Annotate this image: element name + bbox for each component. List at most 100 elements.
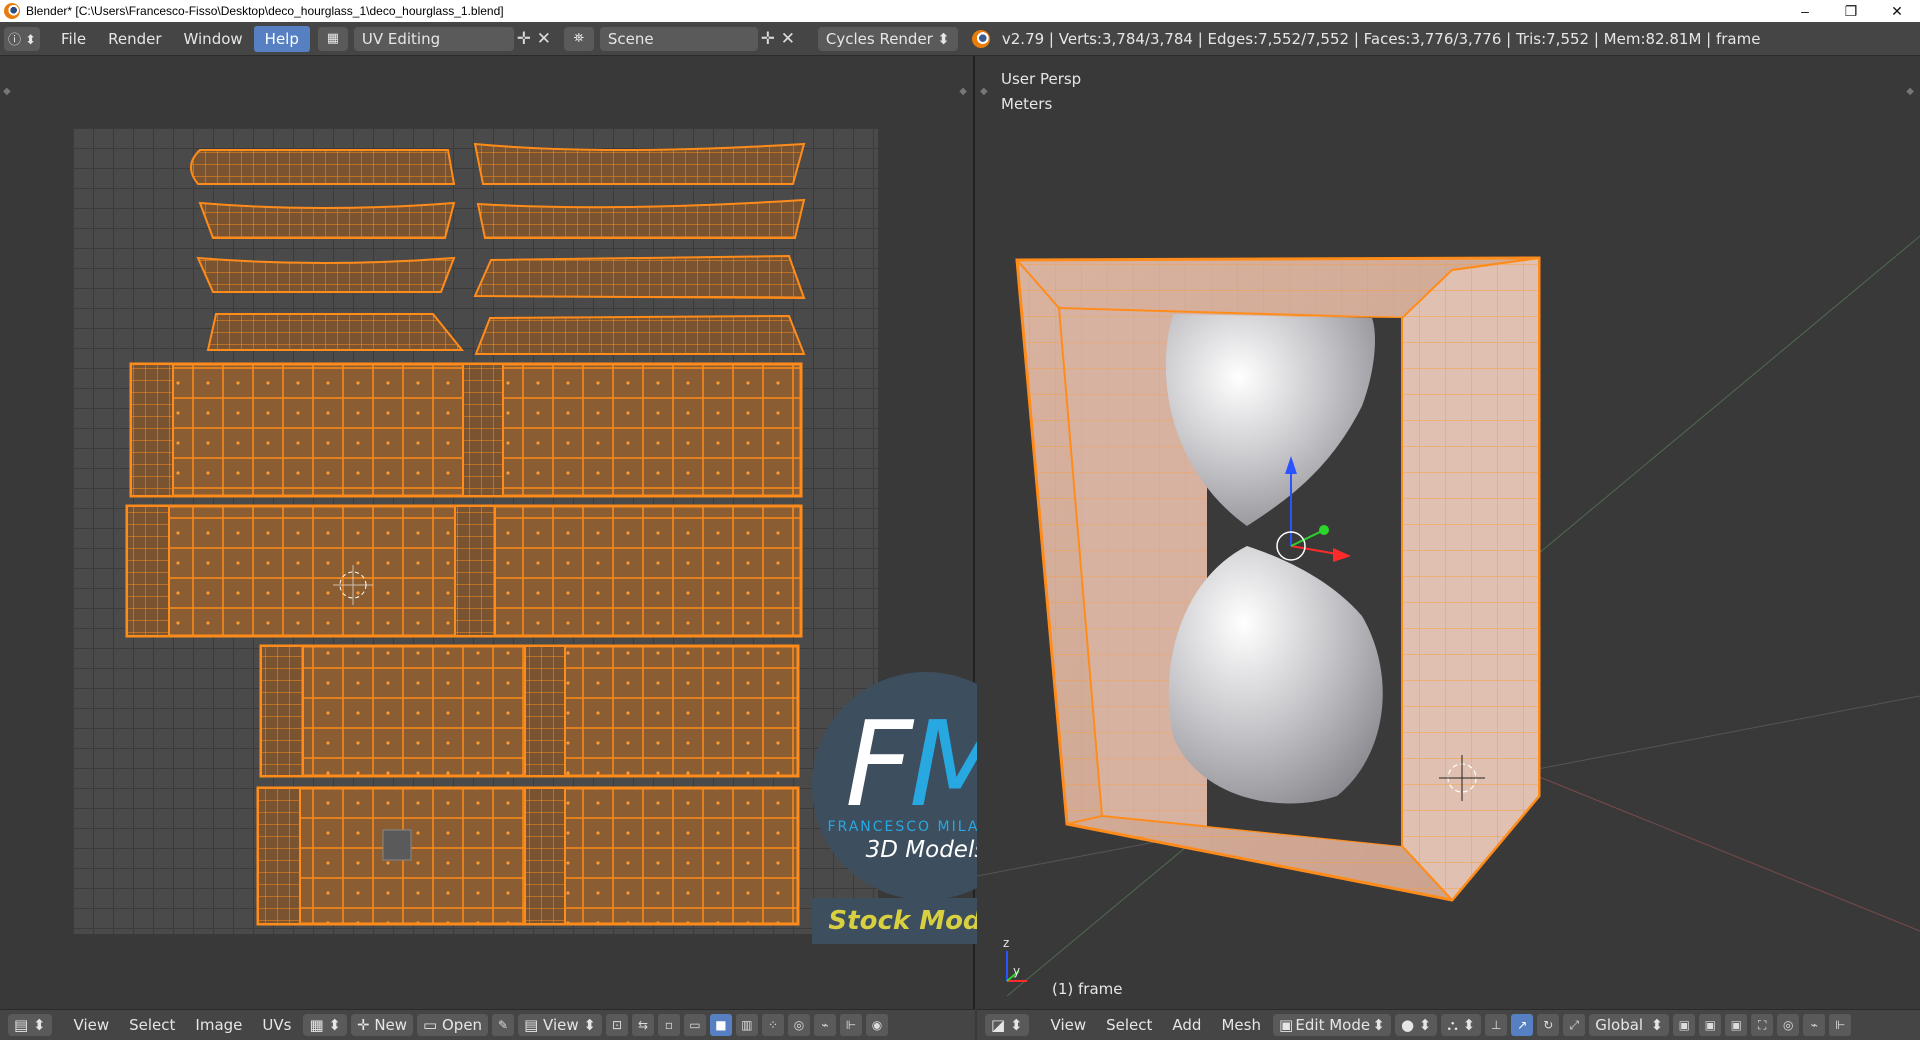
scene-icon-button[interactable]: ⛯ [563, 26, 594, 51]
manipulator-icon[interactable]: ⊥ [1485, 1014, 1508, 1036]
pivot-icon[interactable]: ⊡ [605, 1014, 628, 1036]
view-mode-select[interactable]: ▤ View ⬍ [518, 1014, 602, 1036]
open-image-button[interactable]: ▭ Open [417, 1014, 489, 1036]
layer-icon[interactable]: ▣ [1699, 1014, 1722, 1036]
view-mode-label: View [543, 1016, 579, 1034]
chevron-updown-icon: ⬍ [1372, 1016, 1385, 1034]
edge-select-icon[interactable]: ▭ [683, 1014, 706, 1036]
scene-value: Scene [607, 29, 654, 48]
render-preview-icon[interactable]: ◉ [865, 1014, 888, 1036]
uv-menu-select[interactable]: Select [119, 1016, 185, 1034]
pivot-select[interactable]: ⛬ ⬍ [1441, 1014, 1482, 1036]
layout-grid-icon: ▦ [326, 31, 340, 46]
uv-islands [125, 142, 806, 926]
uv-image-editor[interactable]: ◆ ◆ FM FRANCESCO MILANESE 3D Models Stoc… [0, 56, 1040, 1009]
image-browse-icon: ▦ ⬍ [309, 1016, 341, 1034]
scene-field[interactable]: Scene [599, 26, 758, 51]
window-titlebar: Blender* [C:\Users\Francesco-Fisso\Deskt… [0, 0, 1920, 22]
layer-icon[interactable]: ▣ [1673, 1014, 1696, 1036]
solid-shading-icon: ● ⬍ [1400, 1016, 1432, 1034]
add-screen-icon[interactable]: ✛ [514, 28, 534, 50]
folder-icon: ▭ [423, 1016, 442, 1034]
add-scene-icon[interactable]: ✛ [758, 28, 778, 50]
menu-file[interactable]: File [50, 26, 97, 52]
remove-scene-icon[interactable]: ✕ [778, 28, 798, 50]
close-button[interactable]: ✕ [1874, 0, 1920, 22]
render-engine-select[interactable]: Cycles Render ⬍ [817, 26, 958, 51]
remove-screen-icon[interactable]: ✕ [534, 28, 554, 50]
island-select-icon[interactable]: ▥ [735, 1014, 758, 1036]
cube-icon: ◪ ⬍ [991, 1016, 1023, 1034]
editor-type-3d-button[interactable]: ◪ ⬍ [985, 1014, 1029, 1036]
info-header: ⓘ ⬍ File Render Window Help ▦ UV Editing… [0, 22, 1920, 56]
screen-layout-icon-button[interactable]: ▦ [317, 26, 348, 51]
uv-menu-view[interactable]: View [64, 1016, 120, 1034]
proportional-edit-icon[interactable]: ◎ [787, 1014, 810, 1036]
translate-icon[interactable]: ↗ [1511, 1014, 1534, 1036]
screen-layout-value: UV Editing [361, 29, 441, 48]
viewport-scene [977, 235, 1920, 997]
area-corner-icon[interactable]: ◆ [3, 86, 11, 97]
image-browse-button[interactable]: ▦ ⬍ [303, 1014, 347, 1036]
rotate-icon[interactable]: ↻ [1537, 1014, 1560, 1036]
open-image-label: Open [441, 1016, 483, 1034]
new-image-label: New [374, 1016, 408, 1034]
new-image-button[interactable]: ✛ New [350, 1014, 414, 1036]
editor-type-button[interactable]: ▤ ⬍ [8, 1014, 52, 1036]
vertex-select-icon[interactable]: ▫ [657, 1014, 680, 1036]
vp-menu-select[interactable]: Select [1096, 1016, 1162, 1034]
shading-select[interactable]: ● ⬍ [1394, 1014, 1438, 1036]
sync-selection-icon[interactable]: ⇆ [631, 1014, 654, 1036]
logo-f: F [845, 695, 913, 833]
render-engine-value: Cycles Render [825, 29, 933, 48]
uv-strips-right [473, 142, 806, 355]
snap-icon[interactable]: ⌁ [813, 1014, 836, 1036]
menu-render[interactable]: Render [97, 26, 172, 52]
axis-y-label: y [1013, 964, 1021, 978]
uv-strips-left [190, 149, 465, 351]
info-icon: ⓘ ⬍ [7, 33, 37, 48]
editor-type-info-button[interactable]: ⓘ ⬍ [4, 26, 40, 51]
snap-element-icon[interactable]: ⊩ [1829, 1014, 1852, 1036]
menu-help[interactable]: Help [253, 25, 310, 52]
chevron-updown-icon: ⬍ [937, 29, 950, 48]
view-mode-icon: ▤ [524, 1016, 544, 1034]
uv-menu-uvs[interactable]: UVs [252, 1016, 301, 1034]
blender-logo-icon [4, 3, 20, 19]
screen-layout-field[interactable]: UV Editing [353, 26, 514, 51]
uv-menu-image[interactable]: Image [185, 1016, 252, 1034]
axis-z-label: z [1003, 936, 1010, 950]
occlude-geometry-icon[interactable]: ⛶ [1751, 1014, 1774, 1036]
menu-window[interactable]: Window [173, 26, 254, 52]
orientation-select[interactable]: Global ⬍ [1589, 1014, 1670, 1036]
viewport-header: ◪ ⬍ View Select Add Mesh ▣ Edit Mode ⬍ ● ⬍… [977, 1009, 1920, 1040]
face-select-icon[interactable]: ■ [709, 1014, 732, 1036]
scene-icon: ⛯ [573, 31, 585, 46]
uv-panels [125, 362, 803, 926]
window-title: Blender* [C:\Users\Francesco-Fisso\Deskt… [26, 4, 504, 18]
plus-icon: ✛ [356, 1016, 375, 1034]
stats-text: v2.79 | Verts:3,784/3,784 | Edges:7,552/… [1001, 29, 1761, 48]
chevron-updown-icon: ⬍ [578, 1016, 596, 1034]
sticky-select-icon[interactable]: ⁘ [761, 1014, 784, 1036]
blender-icon [971, 29, 990, 48]
snap-icon[interactable]: ⌁ [1803, 1014, 1826, 1036]
pivot-point-icon: ⛬ ⬍ [1447, 1016, 1476, 1034]
chevron-updown-icon: ⬍ [1650, 1016, 1664, 1034]
mode-value: Edit Mode [1295, 1016, 1371, 1034]
vp-menu-add[interactable]: Add [1162, 1016, 1211, 1034]
3d-viewport[interactable]: ◆ ◆ User Persp Meters z y (1) frame [977, 56, 1920, 1009]
vp-menu-mesh[interactable]: Mesh [1211, 1016, 1271, 1034]
layer-icon[interactable]: ▣ [1725, 1014, 1748, 1036]
main-menu: File Render Window Help [50, 25, 310, 52]
area-corner-icon[interactable]: ◆ [959, 86, 967, 97]
snap-element-icon[interactable]: ⊩ [839, 1014, 862, 1036]
minimize-button[interactable]: – [1782, 0, 1828, 22]
scale-icon[interactable]: ⤢ [1563, 1014, 1586, 1036]
mode-select[interactable]: ▣ Edit Mode ⬍ [1272, 1014, 1391, 1036]
pin-icon[interactable]: ✎ [492, 1014, 515, 1036]
restore-button[interactable]: ❐ [1828, 0, 1874, 22]
vp-menu-view[interactable]: View [1041, 1016, 1097, 1034]
proportional-edit-icon[interactable]: ◎ [1777, 1014, 1800, 1036]
uv-grid-canvas[interactable] [73, 128, 878, 934]
